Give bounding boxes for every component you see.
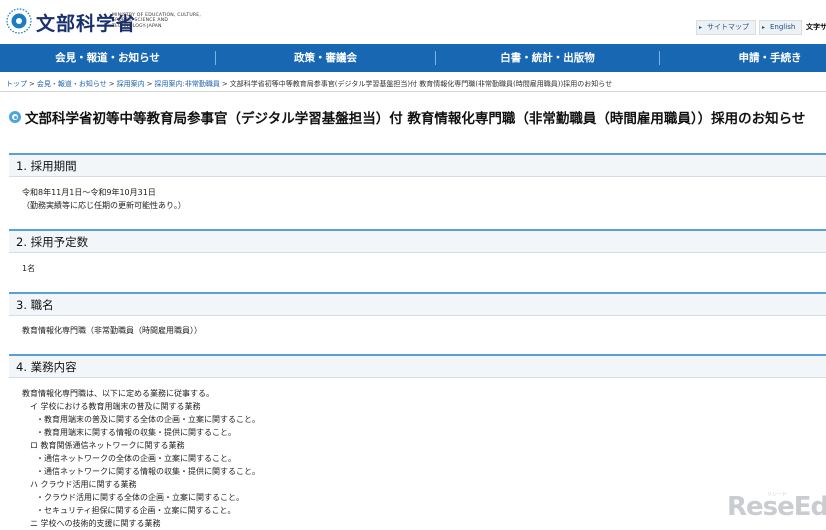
nav-item-publications[interactable]: 白書・統計・出版物 <box>436 44 659 72</box>
watermark-logo: リシード ReseEd <box>727 492 826 528</box>
site-logo-english: MINISTRY OF EDUCATION, CULTURE, SPORTS, … <box>112 13 202 29</box>
site-header: 文部科学省 MINISTRY OF EDUCATION, CULTURE, SP… <box>0 0 826 44</box>
nav-item-press[interactable]: 会見・報道・お知らせ <box>0 44 215 72</box>
duties-list: 教育情報化専門職は、以下に定める業務に従事する。 イ 学校における教育用端末の普… <box>22 387 260 530</box>
duty-subitem: ・通信ネットワークの全体の企画・立案に関すること。 <box>36 454 236 463</box>
nav-separator <box>659 51 660 65</box>
text-size-label: 文字サ <box>806 23 826 31</box>
breadcrumb-divider <box>0 91 826 92</box>
section-heading-text: 1. 採用期間 <box>16 159 77 173</box>
section-heading-text: 4. 業務内容 <box>16 360 77 374</box>
english-link[interactable]: English <box>759 20 803 35</box>
nav-item-procedures[interactable]: 申請・手続き <box>700 44 826 72</box>
breadcrumb-separator: > <box>29 80 35 88</box>
section-body-count: 1名 <box>22 264 36 273</box>
duty-subitem: ・教育用端末の普及に関する全体の企画・立案に関すること。 <box>36 415 260 424</box>
nav-item-policy[interactable]: 政策・審議会 <box>216 44 435 72</box>
duties-intro: 教育情報化専門職は、以下に定める業務に従事する。 <box>22 389 214 398</box>
title-bullet-icon <box>9 111 21 123</box>
watermark-text: ReseEd <box>727 492 826 522</box>
duty-item: イ 学校における教育用端末の普及に関する業務 <box>30 402 201 411</box>
section-body-period: 令和8年11月1日～令和9年10月31日 （勤務実績等に応じ任期の更新可能性あり… <box>22 188 186 210</box>
breadcrumb-separator: > <box>146 80 153 88</box>
page-title: 文部科学省初等中等教育局参事官（デジタル学習基盤担当）付 教育情報化専門職（非常… <box>25 111 806 127</box>
section-heading-text: 3. 職名 <box>16 298 54 312</box>
breadcrumb-recruitment[interactable]: 採用案内 <box>117 80 145 88</box>
breadcrumb-current: 文部科学省初等中等教育局参事官(デジタル学習基盤担当)付 教育情報化専門職(非常… <box>229 80 613 88</box>
section-heading-count: 2. 採用予定数 <box>9 229 826 253</box>
breadcrumb-top[interactable]: トップ <box>6 80 27 88</box>
section-heading-period: 1. 採用期間 <box>9 153 826 177</box>
sitemap-link[interactable]: サイトマップ <box>696 20 756 35</box>
breadcrumb-recruitment-parttime[interactable]: 採用案内:非常勤職員 <box>155 80 220 88</box>
breadcrumb-separator: > <box>221 80 228 88</box>
section-heading-duties: 4. 業務内容 <box>9 354 826 378</box>
duty-item: ロ 教育関係通信ネットワークに関する業務 <box>30 441 185 450</box>
mext-logo-icon[interactable] <box>6 8 32 34</box>
global-nav: 会見・報道・お知らせ 政策・審議会 白書・統計・出版物 申請・手続き <box>0 44 826 72</box>
breadcrumb-press[interactable]: 会見・報道・お知らせ <box>37 80 107 88</box>
section-heading-title: 3. 職名 <box>9 292 826 316</box>
section-body-title: 教育情報化専門職（非常勤職員（時間雇用職員）） <box>22 326 202 335</box>
breadcrumb-separator: > <box>108 80 115 88</box>
duty-subitem: ・クラウド活用に関する全体の企画・立案に関すること。 <box>36 493 244 502</box>
duty-subitem: ・セキュリティ担保に関する企画・立案に関すること。 <box>36 506 236 515</box>
duty-item: ハ クラウド活用に関する業務 <box>30 480 137 489</box>
breadcrumb: トップ > 会見・報道・お知らせ > 採用案内 > 採用案内:非常勤職員 > 文部科学省初等中等… <box>6 79 612 89</box>
section-heading-text: 2. 採用予定数 <box>16 235 89 249</box>
duty-item: ニ 学校への技術的支援に関する業務 <box>30 519 161 528</box>
duty-subitem: ・通信ネットワークに関する情報の収集・提供に関すること。 <box>36 467 260 476</box>
duty-subitem: ・教育用端末に関する情報の収集・提供に関すること。 <box>36 428 236 437</box>
